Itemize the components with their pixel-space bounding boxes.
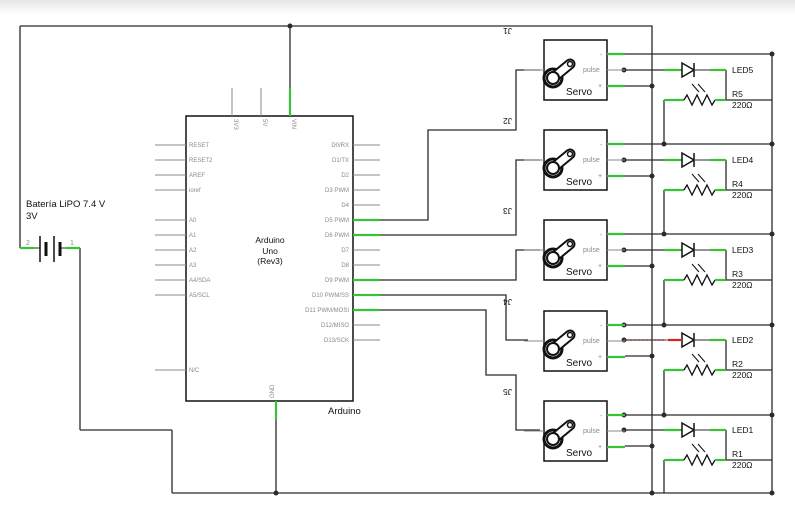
arduino-left-pin-label: ioref [189,188,201,194]
arduino-right-pin-label: D13/SCK [324,338,349,344]
servo-label: Servo [566,87,593,98]
arduino-right-pin-label: D3 PWM [325,188,349,194]
servo-pin-plus: + [598,83,602,90]
arduino-right-pin-label: D7 [341,248,349,254]
resistor-value: 220Ω [732,460,753,470]
servo[interactable]: Servo-pulse+J5 [503,387,625,462]
arduino-uno[interactable]: Arduino Uno (Rev3) Arduino RESET RESET2 AR… [155,88,380,420]
resistor-ref: R3 [732,269,743,279]
led-diode-icon [681,421,696,439]
arduino-left-pin-label: A0 [189,218,197,224]
arduino-right-pin-label: D8 [341,263,349,269]
arduino-right-pin-label: D10 PWM/SS [312,293,349,299]
servo[interactable]: Servo-pulse+J2 [503,116,625,191]
arduino-left-pin-label: RESET [189,143,209,149]
arduino-left-pin-label: A5/SCL [189,293,210,299]
arduino-left-pin-label: A4/SDA [189,278,210,284]
servo-label: Servo [566,267,593,278]
servo-pin-plus: + [598,444,602,451]
arduino-model: Uno [262,246,278,256]
led-diode-icon [681,151,696,169]
arduino-left-pin-label: N/C [189,368,200,374]
resistor-ref: R5 [732,89,743,99]
leds[interactable]: LED5R5220ΩLED4R4220ΩLED3R3220ΩLED2R2220Ω… [664,61,754,470]
servo-ref: J2 [503,116,512,126]
servo[interactable]: Servo-pulse+J4 [503,297,625,372]
led-diode-icon [681,331,696,349]
led-resistor-pair[interactable]: LED1 R1220Ω [664,421,754,470]
servo[interactable]: Servo-pulse+J1 [503,26,625,101]
arduino-gnd-pin-label: GND [270,384,276,398]
arduino-right-pin-label: D0/RX [331,143,349,149]
arduino-left-pin-label: A3 [189,263,197,269]
servo-label: Servo [566,177,593,188]
led-diode-icon [681,61,696,79]
resistor-value: 220Ω [732,280,753,290]
resistor-value: 220Ω [732,100,753,110]
led-label: LED5 [732,65,754,75]
arduino-right-pin-label: D12/MISO [321,323,349,329]
wires [19,25,773,494]
battery-pin-plus: 1 [70,240,74,247]
led-resistor-pair[interactable]: LED3 R3220Ω [664,241,754,290]
servo-pin-pulse: pulse [583,247,600,254]
servo-label: Servo [566,448,593,459]
led-diode-icon [681,241,696,259]
servo-pin-plus: + [598,173,602,180]
schematic-canvas[interactable]: 2 1 Batería LiPO 7.4 V 3V Arduino Uno (R… [0,0,795,506]
arduino-left-pin-label: AREF [189,173,205,179]
resistor-value: 220Ω [732,190,753,200]
resistor-icon [683,183,716,197]
arduino-right-pin-label: D5 PWM [325,218,349,224]
arduino-right-pin-label: D6 PWM [325,233,349,239]
servo-ref: J5 [503,387,512,397]
resistor-icon [683,93,716,107]
battery-label: Batería LiPO 7.4 V [26,199,106,210]
arduino-top-pin-label: 5V [261,119,267,126]
arduino-right-pin-label: D11 PWM/MOSI [305,308,349,314]
arduino-left-pin-label: RESET2 [189,158,213,164]
led-resistor-pair[interactable]: LED4 R4220Ω [664,151,754,200]
servo-pin-pulse: pulse [583,157,600,164]
arduino-right-pin-label: D9 PWM [325,278,349,284]
arduino-rev: (Rev3) [257,256,283,266]
arduino-title: Arduino [255,235,285,245]
led-label: LED3 [732,245,754,255]
resistor-value: 220Ω [732,370,753,380]
servo-pin-plus: + [598,263,602,270]
arduino-top-pin-label: VIN [290,119,296,129]
servo-label: Servo [566,358,593,369]
resistor-ref: R1 [732,449,743,459]
resistor-icon [683,363,716,377]
servo-pin-pulse: pulse [583,428,600,435]
arduino-left-pin-label: A2 [189,248,197,254]
servos[interactable]: Servo-pulse+J1Servo-pulse+J2Servo-pulse+… [503,26,625,462]
servo-pin-plus: + [598,354,602,361]
arduino-left-pin-label: A1 [189,233,197,239]
arduino-right-pin-label: D1/TX [332,158,349,164]
led-resistor-pair[interactable]: LED5 R5220Ω [664,61,754,110]
resistor-ref: R4 [732,179,743,189]
led-label: LED1 [732,425,754,435]
arduino-top-pin-label: 3V3 [232,119,238,130]
servo[interactable]: Servo-pulse+J3 [503,206,625,281]
led-label: LED2 [732,335,754,345]
battery-pin-minus: 2 [26,240,30,247]
servo-ref: J3 [503,206,512,216]
battery[interactable]: 2 1 Batería LiPO 7.4 V 3V [20,199,106,262]
servo-pin-pulse: pulse [583,67,600,74]
arduino-right-pin-label: D4 [341,203,349,209]
led-label: LED4 [732,155,754,165]
servo-ref: J1 [503,26,512,36]
arduino-name: Arduino [328,406,361,417]
servo-ref: J4 [503,297,512,307]
resistor-icon [683,453,716,467]
resistor-icon [683,273,716,287]
servo-pin-pulse: pulse [583,338,600,345]
resistor-ref: R2 [732,359,743,369]
arduino-right-pin-label: D2 [341,173,349,179]
battery-voltage: 3V [26,211,38,222]
